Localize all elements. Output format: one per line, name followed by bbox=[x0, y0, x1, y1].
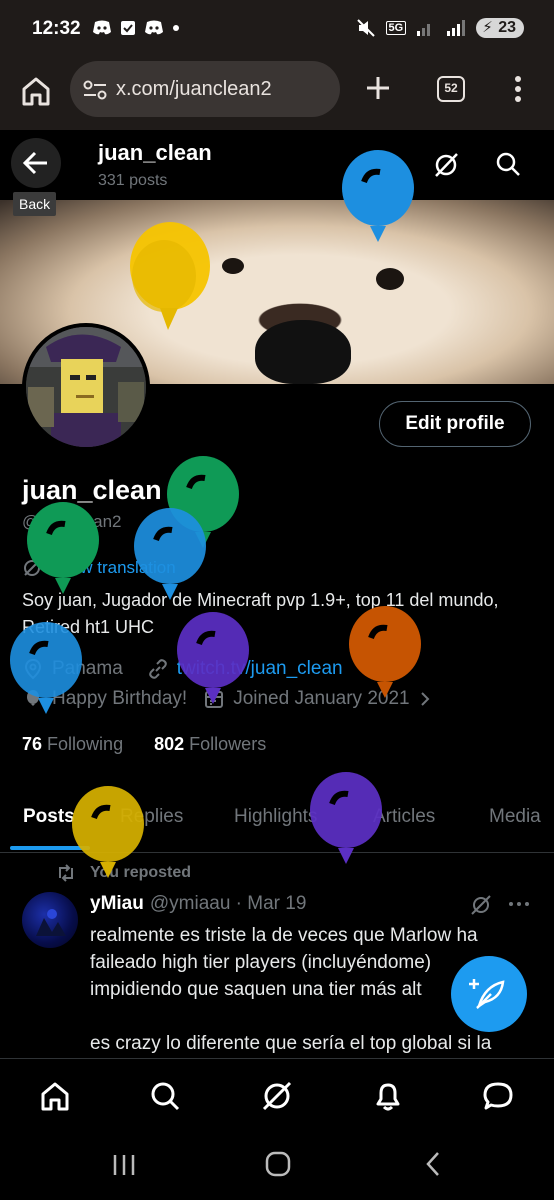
compose-post-button[interactable] bbox=[451, 956, 527, 1032]
grok-icon[interactable] bbox=[260, 1079, 294, 1113]
recent-apps-icon[interactable] bbox=[110, 1152, 138, 1178]
network-badge: 5G bbox=[385, 21, 407, 35]
notifications-icon[interactable] bbox=[371, 1079, 405, 1113]
url-text: x.com/juanclean2 bbox=[116, 78, 272, 100]
post-author-meta: @ymiaau · Mar 19 bbox=[149, 893, 307, 914]
bottom-navigation bbox=[0, 1058, 554, 1134]
birthday-balloon bbox=[27, 502, 99, 594]
status-time: 12:32 bbox=[32, 18, 81, 39]
system-icons: 5G ⚡ 23 bbox=[356, 18, 524, 38]
edit-profile-button[interactable]: Edit profile bbox=[379, 401, 531, 447]
birthday-balloon bbox=[10, 622, 82, 714]
avatar-image bbox=[26, 327, 146, 447]
birthday-balloon bbox=[310, 772, 382, 864]
home-system-icon[interactable] bbox=[264, 1150, 292, 1178]
more-options-icon[interactable] bbox=[507, 894, 531, 914]
signal-icon bbox=[417, 24, 431, 36]
profile-top-bar: juan_clean 331 posts bbox=[0, 130, 554, 200]
link-icon bbox=[148, 659, 167, 679]
banner-detail bbox=[222, 258, 244, 274]
grok-icon[interactable] bbox=[432, 151, 460, 179]
banner-detail bbox=[255, 320, 351, 384]
signal-icon bbox=[447, 20, 466, 36]
tab-highlights[interactable]: Highlights bbox=[234, 806, 317, 828]
birthday-balloon bbox=[134, 508, 206, 600]
header-name: juan_clean bbox=[98, 140, 212, 165]
notification-icons bbox=[92, 20, 180, 36]
avatar-image bbox=[36, 909, 66, 936]
discord-icon bbox=[145, 20, 163, 35]
messages-icon[interactable] bbox=[481, 1079, 515, 1113]
browser-home-icon[interactable] bbox=[18, 73, 54, 109]
battery-indicator: ⚡ 23 bbox=[476, 18, 524, 38]
post-author-avatar[interactable] bbox=[22, 892, 78, 948]
home-icon[interactable] bbox=[38, 1079, 72, 1113]
tab-switcher-button[interactable]: 52 bbox=[437, 76, 465, 102]
mute-icon bbox=[356, 19, 375, 37]
banner-detail bbox=[376, 268, 404, 290]
back-system-icon[interactable] bbox=[422, 1150, 446, 1178]
arrow-left-icon bbox=[22, 151, 47, 175]
site-settings-icon[interactable] bbox=[82, 79, 108, 101]
post-author-line: yMiau @ymiaau · Mar 19 bbox=[90, 893, 306, 915]
new-tab-icon[interactable] bbox=[364, 74, 392, 102]
tab-posts[interactable]: Posts bbox=[23, 806, 75, 828]
back-button[interactable] bbox=[11, 138, 61, 188]
birthday-balloon bbox=[130, 222, 210, 330]
search-icon[interactable] bbox=[494, 150, 522, 178]
more-menu-icon[interactable] bbox=[510, 74, 526, 104]
back-tooltip: Back bbox=[13, 192, 57, 216]
profile-avatar[interactable] bbox=[22, 323, 150, 451]
browser-toolbar: x.com/juanclean2 52 bbox=[0, 58, 554, 130]
compose-feather-icon bbox=[469, 979, 505, 1009]
birthday-balloon bbox=[342, 150, 414, 242]
charging-icon: ⚡ bbox=[482, 19, 493, 36]
birthday-balloon bbox=[349, 606, 421, 698]
followers-link[interactable]: 802 Followers bbox=[154, 734, 266, 754]
discord-icon bbox=[93, 20, 111, 35]
tab-media[interactable]: Media bbox=[489, 806, 541, 828]
header-post-count: 331 posts bbox=[98, 172, 168, 189]
address-bar[interactable]: x.com/juanclean2 bbox=[70, 61, 340, 117]
search-icon[interactable] bbox=[148, 1079, 182, 1113]
status-bar: 12:32 5G ⚡ 23 bbox=[0, 0, 554, 58]
follow-stats: 76 Following 802 Followers bbox=[22, 734, 266, 755]
checkbox-icon bbox=[121, 21, 135, 35]
dot-icon bbox=[173, 25, 179, 31]
following-link[interactable]: 76 Following bbox=[22, 734, 123, 754]
post-author-name[interactable]: yMiau bbox=[90, 893, 144, 915]
birthday-balloon bbox=[72, 786, 144, 878]
system-navigation-bar bbox=[0, 1134, 554, 1200]
grok-icon[interactable] bbox=[469, 893, 493, 917]
birthday-balloon bbox=[177, 612, 249, 704]
